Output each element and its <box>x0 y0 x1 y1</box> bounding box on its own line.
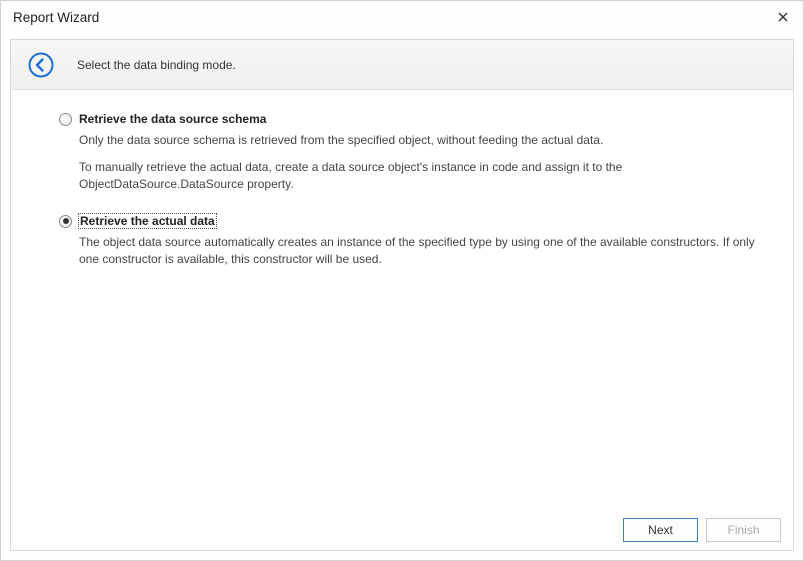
window-title: Report Wizard <box>13 10 99 25</box>
main-panel: Select the data binding mode. Retrieve t… <box>10 39 794 551</box>
option-schema-desc: Only the data source schema is retrieved… <box>79 132 773 192</box>
option-actual-desc: The object data source automatically cre… <box>79 234 773 268</box>
close-icon <box>778 12 788 22</box>
content-area: Retrieve the data source schema Only the… <box>11 90 793 510</box>
option-actual-label: Retrieve the actual data <box>79 214 216 228</box>
option-schema-desc-2: To manually retrieve the actual data, cr… <box>79 159 773 193</box>
option-schema: Retrieve the data source schema Only the… <box>59 112 773 192</box>
option-actual: Retrieve the actual data The object data… <box>59 214 773 268</box>
header-strip: Select the data binding mode. <box>11 40 793 90</box>
wizard-window: Report Wizard Select the data binding mo… <box>0 0 804 561</box>
header-instruction: Select the data binding mode. <box>77 58 236 72</box>
button-bar: Next Finish <box>11 510 793 550</box>
back-button[interactable] <box>27 51 55 79</box>
radio-schema[interactable] <box>59 113 72 126</box>
option-schema-desc-1: Only the data source schema is retrieved… <box>79 132 773 149</box>
outer-padding: Select the data binding mode. Retrieve t… <box>1 33 803 560</box>
option-actual-desc-1: The object data source automatically cre… <box>79 234 773 268</box>
close-button[interactable] <box>773 7 793 27</box>
radio-actual[interactable] <box>59 215 72 228</box>
option-schema-header[interactable]: Retrieve the data source schema <box>59 112 773 126</box>
arrow-left-icon <box>27 51 55 79</box>
option-schema-label: Retrieve the data source schema <box>79 112 266 126</box>
finish-button: Finish <box>706 518 781 542</box>
title-bar: Report Wizard <box>1 1 803 33</box>
option-actual-header[interactable]: Retrieve the actual data <box>59 214 773 228</box>
next-button[interactable]: Next <box>623 518 698 542</box>
